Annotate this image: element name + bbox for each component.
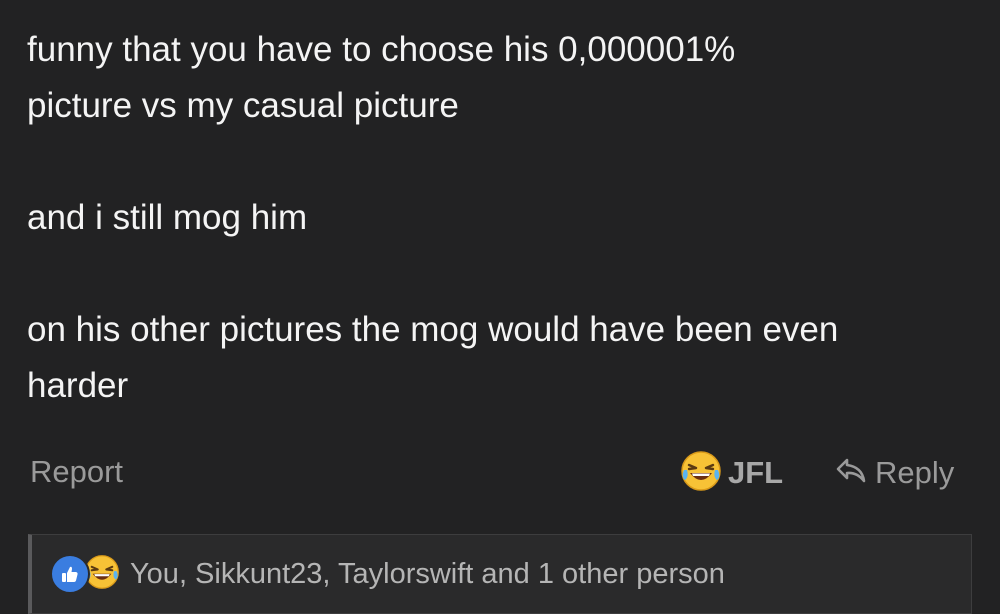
jfl-reaction-button[interactable]: JFL <box>680 450 783 496</box>
post-line: on his other pictures the mog would have… <box>27 310 839 349</box>
reaction-icons <box>50 554 120 595</box>
like-icon <box>50 554 90 594</box>
post-actions-bar: Report JFL Reply <box>0 450 1000 500</box>
report-button[interactable]: Report <box>30 454 123 490</box>
laugh-cry-icon <box>680 450 722 497</box>
reactions-summary-bar[interactable]: You, Sikkunt23, Taylorswift and 1 other … <box>28 534 972 614</box>
reply-arrow-icon <box>835 456 867 491</box>
post-line: harder <box>27 366 129 405</box>
reply-label: Reply <box>875 455 955 490</box>
reactions-summary-text[interactable]: You, Sikkunt23, Taylorswift and 1 other … <box>130 558 725 591</box>
post-line: picture vs my casual picture <box>27 86 459 125</box>
reply-button[interactable]: Reply <box>835 450 954 496</box>
post-line: and i still mog him <box>27 198 308 237</box>
post-body: funny that you have to choose his 0,0000… <box>27 22 977 414</box>
post-line: funny that you have to choose his 0,0000… <box>27 30 736 69</box>
jfl-label: JFL <box>728 455 784 490</box>
